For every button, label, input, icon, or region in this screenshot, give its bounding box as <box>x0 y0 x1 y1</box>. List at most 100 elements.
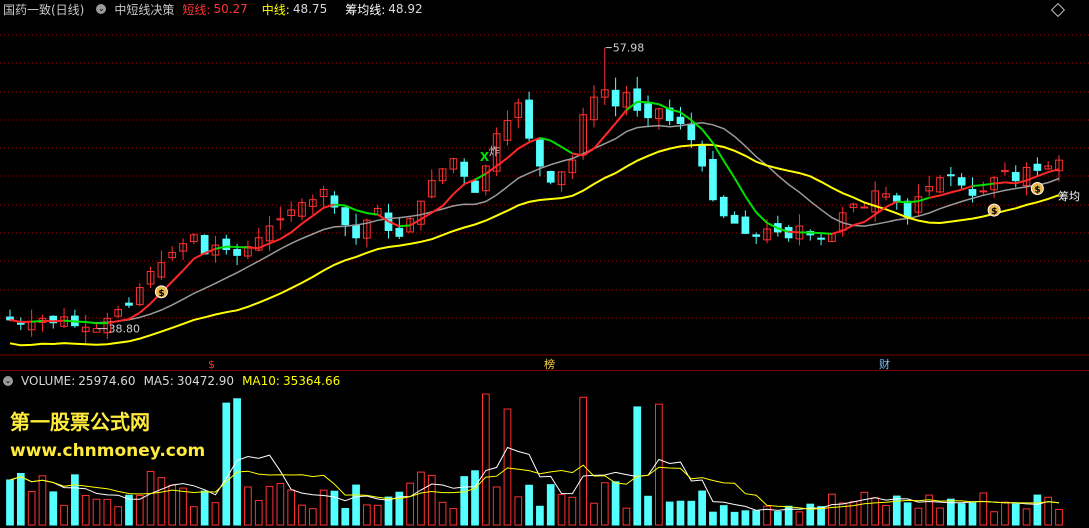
volume-bar <box>126 495 133 525</box>
decision-line-segment <box>994 182 1005 183</box>
volume-bar <box>342 509 349 525</box>
volume-bar <box>915 508 922 525</box>
candle-body <box>526 100 533 138</box>
candles <box>7 48 1063 343</box>
volume-bar <box>93 499 100 525</box>
decision-line-segment <box>453 184 464 194</box>
ma10-label: MA10: <box>242 374 280 388</box>
event-marker: 财 <box>879 357 890 370</box>
decision-line-segment <box>929 196 940 198</box>
volume-bar <box>612 482 619 525</box>
volume-bar <box>829 494 836 525</box>
candle-body <box>353 225 360 238</box>
event-marker: 榜 <box>544 357 555 370</box>
grid-lines <box>0 35 1089 318</box>
decision-line-segment <box>1048 169 1059 172</box>
event-marker: $ <box>208 358 215 370</box>
candle-body <box>612 90 619 106</box>
decision-line-segment <box>886 202 897 207</box>
ma5-label: MA5: <box>144 374 174 388</box>
candle-body <box>461 162 468 176</box>
volume-bar <box>7 480 14 525</box>
candle-body <box>342 208 349 225</box>
volume-bar <box>699 491 706 525</box>
volume-bar <box>677 501 684 525</box>
candle-body <box>1034 164 1041 170</box>
volume-bar <box>104 499 111 525</box>
volume-bar <box>1023 509 1030 525</box>
volume-bar <box>1056 509 1063 525</box>
volume-bar <box>39 476 46 525</box>
decision-line-segment <box>583 149 594 156</box>
volume-header: ⌄ VOLUME: 25974.60 MA5: 30472.90 MA10: 3… <box>0 372 348 390</box>
decision-line-segment <box>756 212 767 223</box>
volume-bar <box>893 496 900 525</box>
volume-bar <box>201 491 208 525</box>
volume-bar <box>299 505 306 525</box>
candle-body <box>634 89 641 110</box>
volume-bar <box>688 501 695 525</box>
volume-bar <box>450 509 457 525</box>
volume-bar <box>255 500 262 525</box>
stock-title: 国药一致(日线) <box>3 1 84 18</box>
decision-line-segment <box>843 225 854 231</box>
decision-line-segment <box>551 141 562 147</box>
volume-bar <box>872 498 879 525</box>
volume-bar <box>17 473 24 525</box>
decision-line-segment <box>616 110 627 123</box>
main-header: 国药一致(日线) ⌄ 中短线决策 短线: 50.27 中线: 48.75 筹均线… <box>0 0 431 18</box>
candle-body <box>17 323 24 324</box>
candle-body <box>472 181 479 192</box>
decision-line-segment <box>605 123 616 136</box>
chip-line-label: 筹均线: <box>345 1 385 18</box>
volume-settings-icon[interactable]: ⌄ <box>3 376 13 386</box>
decision-line-segment <box>1037 172 1048 176</box>
volume-bar <box>82 496 89 525</box>
mid-line-label: 中线: <box>262 1 290 18</box>
price-chart-svg: 57.9838.80X炸$$$筹均$榜财 <box>0 0 1089 370</box>
candle-body <box>396 228 403 236</box>
decision-line-segment <box>291 224 302 233</box>
decision-line-segment <box>313 208 324 216</box>
volume-bar <box>461 477 468 525</box>
candle-body <box>688 124 695 139</box>
volume-bar <box>537 506 544 525</box>
volume-label: VOLUME: <box>21 374 75 388</box>
volume-bar <box>796 512 803 525</box>
decision-line-segment <box>562 147 573 154</box>
volume-bar <box>288 490 295 525</box>
volume-bar <box>710 512 717 525</box>
volume-bar <box>169 485 176 525</box>
decision-line-segment <box>334 205 345 206</box>
decision-line-segment <box>443 194 454 206</box>
volume-chart-panel[interactable]: ⌄ VOLUME: 25974.60 MA5: 30472.90 MA10: 3… <box>0 370 1089 528</box>
decision-line-segment <box>32 321 43 322</box>
candle-body <box>948 175 955 176</box>
volume-bar <box>904 503 911 525</box>
volume-bar <box>147 471 154 525</box>
volume-bar <box>818 507 825 525</box>
volume-bar <box>180 488 187 525</box>
candle-body <box>547 171 554 182</box>
volume-bar <box>277 484 284 525</box>
price-chart-panel[interactable]: 57.9838.80X炸$$$筹均$榜财 国药一致(日线) ⌄ 中短线决策 短线… <box>0 0 1089 370</box>
decision-line-segment <box>64 321 75 322</box>
volume-bar <box>245 487 252 525</box>
volume-bar <box>1034 495 1041 525</box>
volume-bar <box>1002 502 1009 525</box>
money-bag-icon-symbol: $ <box>1034 186 1040 196</box>
volume-bar <box>558 495 565 525</box>
volume-bar <box>234 399 241 525</box>
volume-bar <box>504 409 511 525</box>
volume-bar <box>883 506 890 525</box>
decision-line-segment <box>972 185 983 186</box>
candle-body <box>1012 173 1019 181</box>
volume-bar <box>980 493 987 525</box>
volume-bar <box>601 483 608 525</box>
chip-average-line <box>10 145 1059 346</box>
decision-line-segment <box>983 184 994 185</box>
ma10-value: 35364.66 <box>283 374 340 388</box>
decision-line-segment <box>10 320 21 322</box>
indicator-settings-icon[interactable]: ⌄ <box>96 4 106 14</box>
decision-line-segment <box>486 166 497 174</box>
